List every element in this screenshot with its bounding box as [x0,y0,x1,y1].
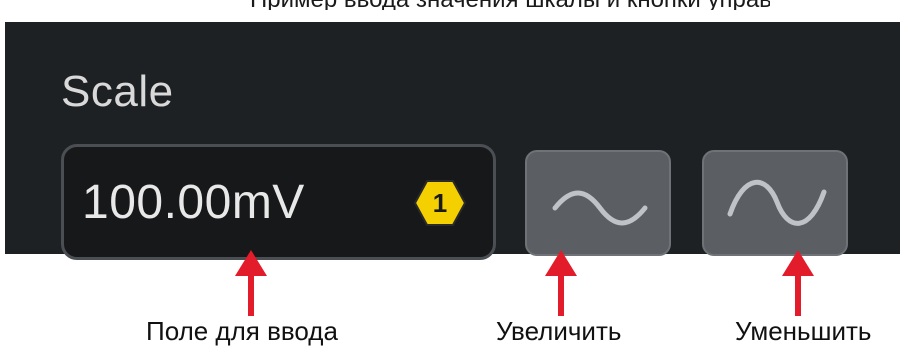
wave-large-icon [727,180,827,226]
scale-title: Scale [61,67,174,116]
scale-value-input[interactable]: 100.00mV 1 [61,144,496,260]
top-caption: Пример ввода значения шкалы и кнопки упр… [250,0,770,10]
decrease-label: Уменьшить [735,316,872,346]
red-arrow-input-icon [235,250,267,316]
knob-badge-number: 1 [433,188,447,218]
red-arrow-increase-icon [545,250,577,316]
scale-panel: Scale 100.00mV 1 [5,22,900,260]
decrease-button[interactable] [702,150,848,256]
scale-value-text: 100.00mV [82,176,305,229]
red-arrow-decrease-icon [782,250,814,316]
screenshot-stage: Пример ввода значения шкалы и кнопки упр… [0,0,900,350]
increase-label: Увеличить [496,316,622,346]
input-field-label: Поле для ввода [146,316,338,346]
wave-small-icon [552,190,648,226]
increase-button[interactable] [525,150,671,256]
knob-hex-badge-icon: 1 [414,179,466,227]
